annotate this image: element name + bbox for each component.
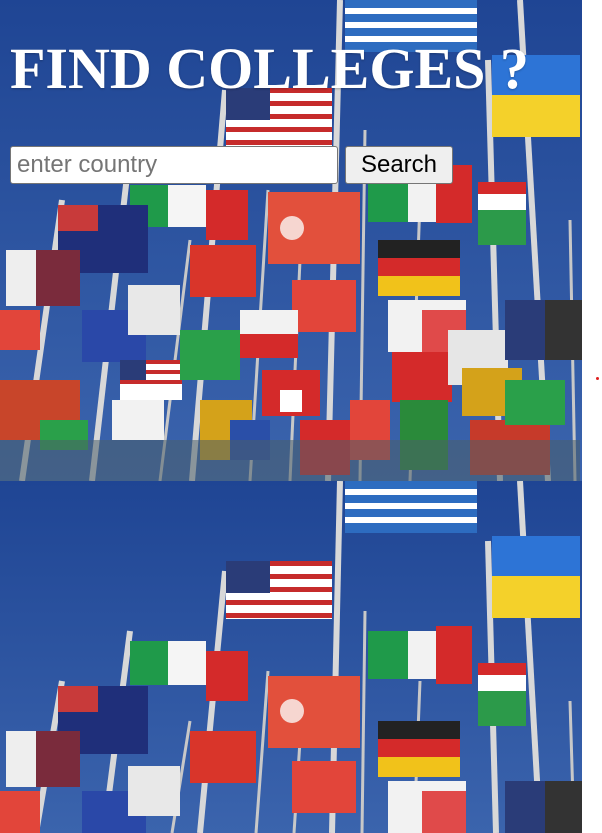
search-button[interactable]: Search	[345, 146, 453, 184]
country-search-input[interactable]	[10, 146, 338, 184]
flags-background-image-repeat	[0, 481, 582, 833]
flags-photo-repeat	[0, 481, 582, 833]
page-title: FIND COLLEGES ?	[10, 36, 529, 101]
page: FIND COLLEGES ? Search	[0, 0, 602, 833]
red-dot-marker	[596, 377, 599, 380]
